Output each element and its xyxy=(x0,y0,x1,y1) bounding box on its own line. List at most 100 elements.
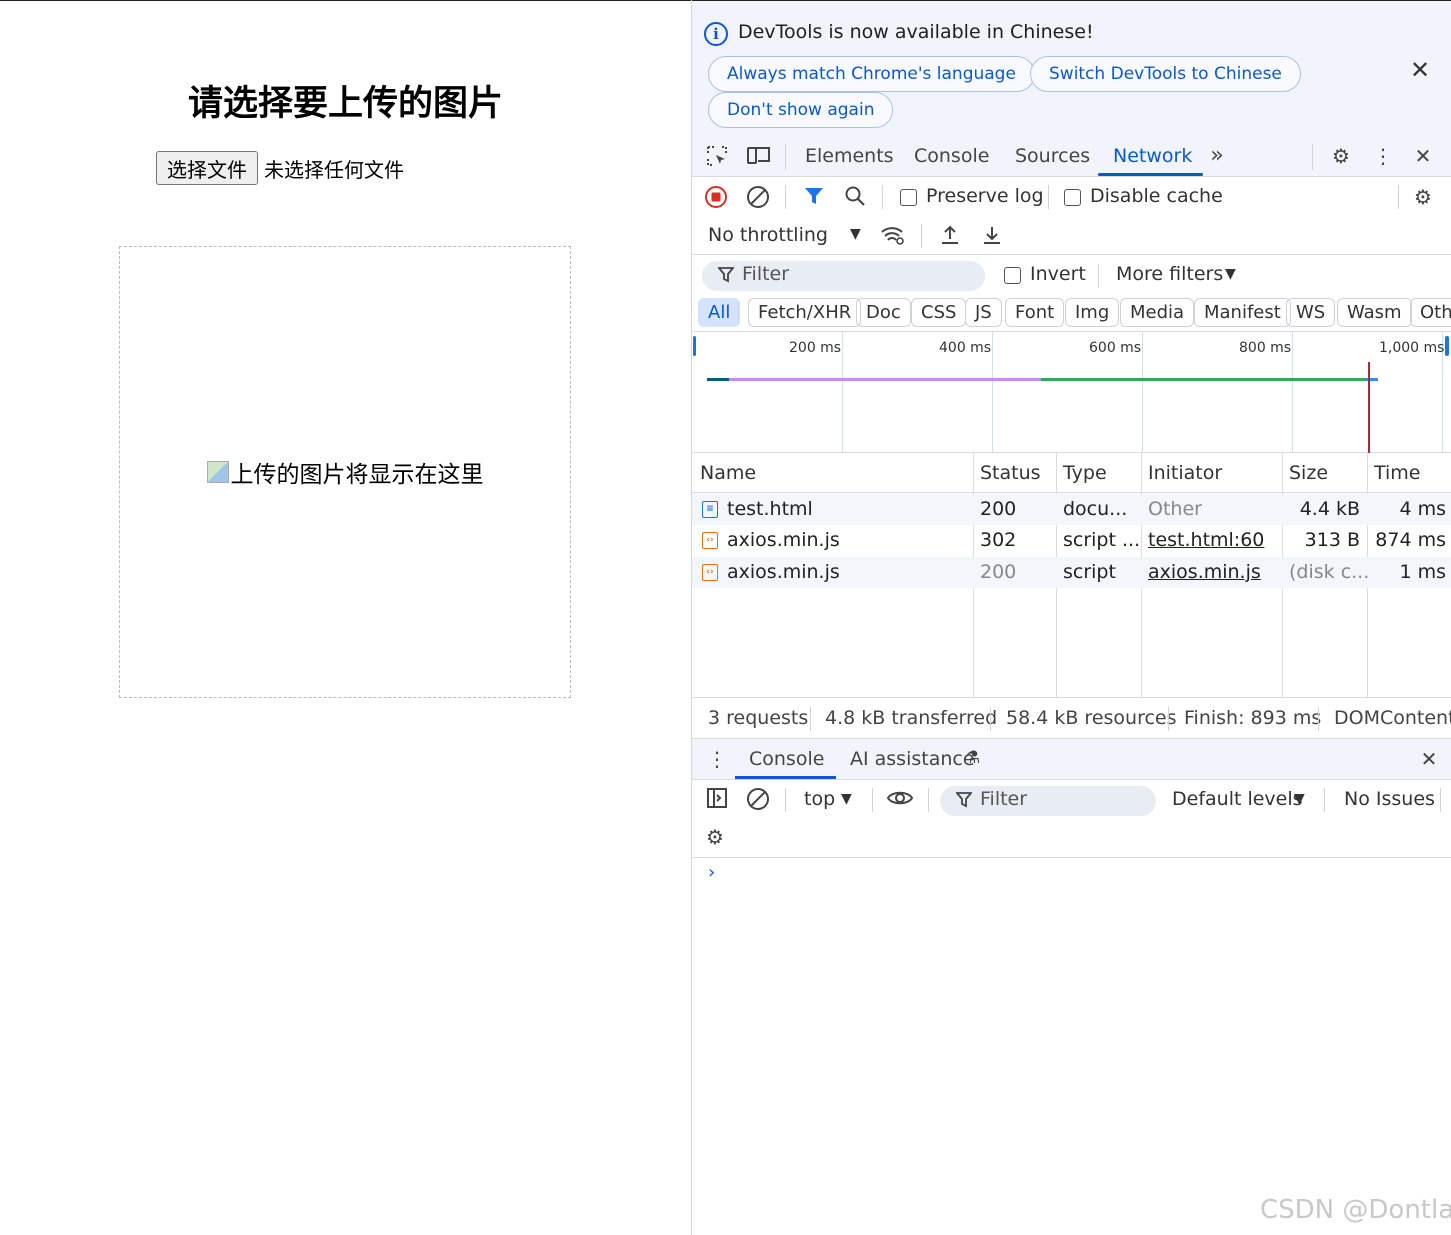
import-har-icon[interactable] xyxy=(937,223,963,247)
type-filter-font[interactable]: Font xyxy=(1005,298,1065,327)
network-conditions-icon[interactable] xyxy=(880,223,906,247)
chevron-down-icon[interactable]: ▼ xyxy=(841,791,852,807)
drawer-tab-ai-assistance[interactable]: AI assistance xyxy=(850,748,975,770)
type-filter-js[interactable]: JS xyxy=(965,298,1002,327)
request-time: 874 ms xyxy=(1375,529,1446,551)
type-filter-all[interactable]: All xyxy=(698,298,741,327)
request-initiator-link[interactable]: test.html:60 xyxy=(1148,529,1264,551)
more-options-icon[interactable]: ⋮ xyxy=(1370,144,1396,168)
resource-type-filters: All Fetch/XHR Doc CSS JS Font Img Media … xyxy=(692,295,1451,332)
type-filter-fetch-xhr[interactable]: Fetch/XHR xyxy=(748,298,862,327)
type-filter-ws[interactable]: WS xyxy=(1286,298,1336,327)
export-har-icon[interactable] xyxy=(979,223,1005,247)
web-page: 请选择要上传的图片 选择文件 未选择任何文件 上传的图片将显示在这里 xyxy=(0,0,691,1235)
column-header-initiator[interactable]: Initiator xyxy=(1148,462,1222,484)
sidebar-toggle-icon[interactable] xyxy=(704,787,730,811)
tab-console[interactable]: Console xyxy=(914,145,989,167)
overview-right-handle[interactable] xyxy=(1445,336,1449,356)
type-filter-doc[interactable]: Doc xyxy=(856,298,911,327)
language-infobar: i DevTools is now available in Chinese! … xyxy=(692,0,1451,136)
chevron-down-icon[interactable]: ▼ xyxy=(1294,791,1305,807)
file-status-text: 未选择任何文件 xyxy=(264,157,404,182)
table-row[interactable]: ‹› axios.min.js 302 script ... test.html… xyxy=(692,525,1451,556)
invert-checkbox[interactable] xyxy=(1004,267,1021,284)
tab-sources[interactable]: Sources xyxy=(1015,145,1090,167)
switch-to-chinese-button[interactable]: Switch DevTools to Chinese xyxy=(1030,56,1301,92)
close-devtools-icon[interactable]: ✕ xyxy=(1410,144,1436,168)
context-selector[interactable]: top xyxy=(804,788,835,810)
info-icon: i xyxy=(704,22,728,46)
clear-icon[interactable] xyxy=(745,185,771,209)
request-name: axios.min.js xyxy=(727,529,840,551)
column-header-time[interactable]: Time xyxy=(1374,462,1421,484)
drawer-tab-console[interactable]: Console xyxy=(749,748,824,770)
preserve-log-checkbox[interactable] xyxy=(900,189,917,206)
summary-requests: 3 requests xyxy=(708,707,809,729)
more-tabs-icon[interactable]: » xyxy=(1204,144,1230,168)
type-filter-css[interactable]: CSS xyxy=(911,298,967,327)
throttling-select[interactable]: No throttling xyxy=(708,224,828,246)
record-icon[interactable] xyxy=(703,185,729,209)
choose-file-button[interactable]: 选择文件 xyxy=(156,151,258,185)
devtools-tabbar: Elements Console Sources Network » ⚙ ⋮ ✕ xyxy=(692,136,1451,177)
inspect-element-icon[interactable] xyxy=(704,144,730,168)
broken-image-icon xyxy=(206,461,229,483)
infobar-message: DevTools is now available in Chinese! xyxy=(738,21,1094,43)
filter-funnel-icon[interactable] xyxy=(801,185,827,209)
close-icon[interactable]: ✕ xyxy=(1410,56,1430,84)
tab-elements[interactable]: Elements xyxy=(805,145,894,167)
request-type: script xyxy=(1063,561,1116,583)
console-settings-icon[interactable]: ⚙ xyxy=(702,825,728,849)
more-filters-dropdown[interactable]: More filters xyxy=(1116,263,1223,285)
drawer-menu-icon[interactable]: ⋮ xyxy=(704,747,730,771)
request-type: docu... xyxy=(1063,498,1128,520)
type-filter-img[interactable]: Img xyxy=(1065,298,1120,327)
tick-label: 800 ms xyxy=(1239,340,1292,356)
table-row[interactable]: ‹› axios.min.js 200 script axios.min.js … xyxy=(692,557,1451,588)
column-header-type[interactable]: Type xyxy=(1063,462,1107,484)
network-summary-bar: 3 requests 4.8 kB transferred 58.4 kB re… xyxy=(692,698,1451,739)
always-match-language-button[interactable]: Always match Chrome's language xyxy=(708,56,1035,92)
request-time: 1 ms xyxy=(1399,561,1446,583)
filter-icon xyxy=(717,266,735,289)
summary-finish: Finish: 893 ms xyxy=(1184,707,1322,729)
issues-counter[interactable]: No Issues xyxy=(1344,788,1435,810)
type-filter-media[interactable]: Media xyxy=(1120,298,1195,327)
column-header-size[interactable]: Size xyxy=(1289,462,1328,484)
type-filter-other[interactable]: Othe xyxy=(1410,298,1451,327)
preview-image: 上传的图片将显示在这里 xyxy=(206,455,484,489)
request-status: 302 xyxy=(980,529,1017,551)
prompt-chevron-icon: › xyxy=(708,862,716,883)
settings-gear-icon[interactable]: ⚙ xyxy=(1328,144,1354,168)
device-toolbar-icon[interactable] xyxy=(746,144,772,168)
preview-alt-text: 上传的图片将显示在这里 xyxy=(230,462,484,488)
column-header-status[interactable]: Status xyxy=(980,462,1041,484)
table-row[interactable]: ≡ test.html 200 docu... Other 4.4 kB 4 m… xyxy=(692,494,1451,525)
clear-console-icon[interactable] xyxy=(745,787,771,811)
file-input-row: 选择文件 未选择任何文件 xyxy=(156,151,404,185)
invert-label: Invert xyxy=(1030,263,1086,285)
tab-network[interactable]: Network xyxy=(1113,145,1192,167)
disable-cache-checkbox[interactable] xyxy=(1064,189,1081,206)
filter-input[interactable]: Filter xyxy=(702,261,985,291)
close-drawer-icon[interactable]: ✕ xyxy=(1416,747,1442,771)
console-filter-input[interactable]: Filter xyxy=(940,786,1156,816)
request-initiator-link[interactable]: axios.min.js xyxy=(1148,561,1261,583)
overview-left-handle[interactable] xyxy=(693,336,696,356)
dont-show-again-button[interactable]: Don't show again xyxy=(708,92,894,128)
waterfall-bar xyxy=(707,378,729,381)
request-type: script ... xyxy=(1063,529,1141,551)
chevron-down-icon[interactable]: ▼ xyxy=(1225,266,1236,282)
timeline-overview[interactable]: 200 ms 400 ms 600 ms 800 ms 1,000 ms xyxy=(692,332,1451,453)
network-settings-icon[interactable]: ⚙ xyxy=(1410,185,1436,209)
type-filter-wasm[interactable]: Wasm xyxy=(1337,298,1412,327)
chevron-down-icon[interactable]: ▼ xyxy=(850,226,861,242)
type-filter-manifest[interactable]: Manifest xyxy=(1194,298,1291,327)
log-levels-dropdown[interactable]: Default levels xyxy=(1172,788,1303,810)
filter-placeholder: Filter xyxy=(980,788,1028,810)
column-header-name[interactable]: Name xyxy=(700,462,756,484)
console-prompt[interactable]: › xyxy=(692,858,1451,888)
eye-icon[interactable] xyxy=(886,787,914,811)
search-icon[interactable] xyxy=(842,185,868,209)
flask-icon: ⚗ xyxy=(965,748,981,768)
